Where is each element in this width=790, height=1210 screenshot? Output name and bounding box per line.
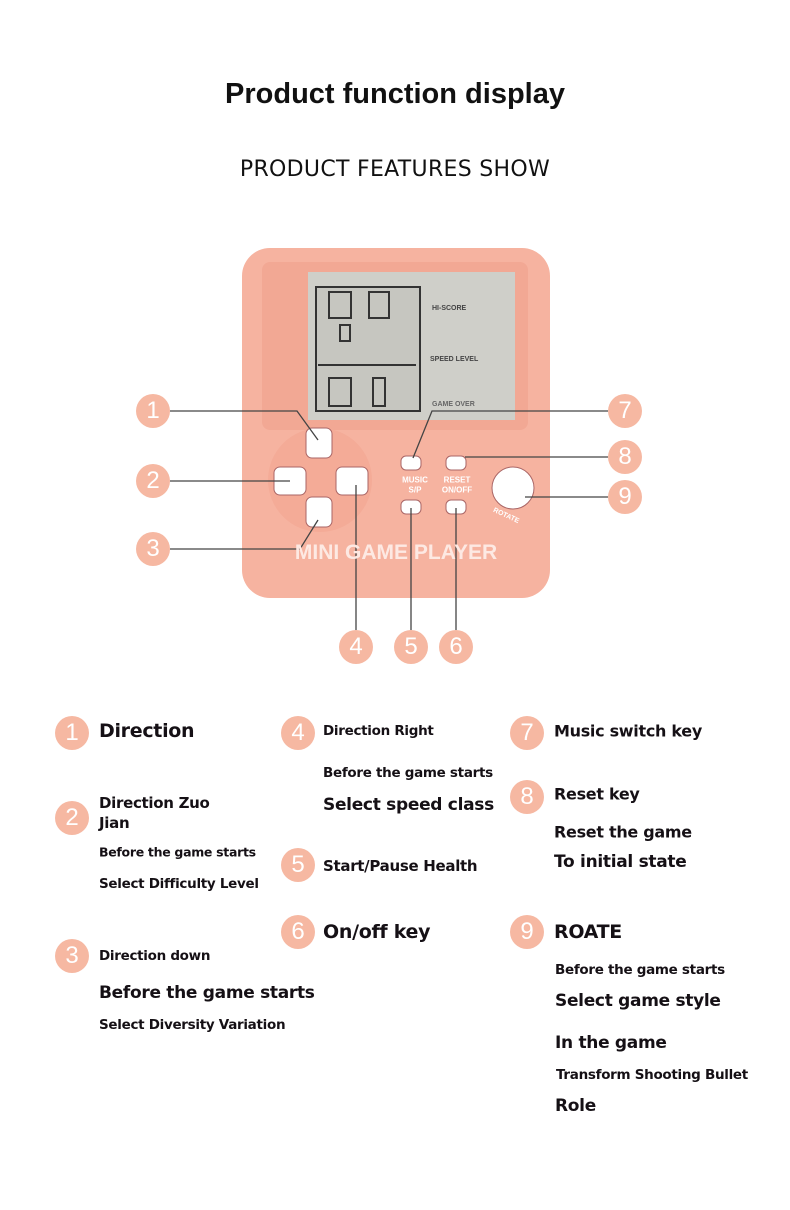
- feature-9-desc-2: Select game style: [555, 991, 721, 1011]
- reset-button[interactable]: [445, 455, 467, 471]
- feature-2-desc: Before the game starts: [99, 844, 256, 860]
- feature-9-number: 9: [510, 915, 544, 949]
- callout-8: 8: [608, 440, 642, 474]
- feature-7-number: 7: [510, 716, 544, 750]
- feature-9-desc: Before the game starts: [555, 962, 725, 978]
- feature-3-desc: Before the game starts: [99, 983, 315, 1003]
- callout-1: 1: [136, 394, 170, 428]
- feature-3-number: 3: [55, 939, 89, 973]
- callout-7: 7: [608, 394, 642, 428]
- feature-8-desc: Reset the game: [554, 822, 692, 842]
- feature-1-title: Direction: [99, 720, 195, 742]
- feature-4-desc-2: Select speed class: [323, 795, 494, 815]
- reset-label: RESET: [443, 475, 471, 485]
- game-device-illustration: [170, 248, 608, 630]
- feature-9-desc-3: In the game: [555, 1033, 667, 1053]
- feature-9-title: ROATE: [554, 921, 622, 943]
- feature-5-title: Start/Pause Health: [323, 857, 478, 875]
- callout-4: 4: [339, 630, 373, 664]
- feature-8-title: Reset key: [554, 784, 640, 804]
- feature-4-title: Direction Right: [323, 723, 434, 739]
- callout-5: 5: [394, 630, 428, 664]
- feature-5-number: 5: [281, 848, 315, 882]
- brand-label: MINI GAME PLAYER: [294, 541, 498, 564]
- callout-9: 9: [608, 480, 642, 514]
- feature-2-desc-2: Select Difficulty Level: [99, 876, 259, 892]
- feature-7-title: Music switch key: [554, 721, 702, 741]
- sp-label: S/P: [408, 485, 422, 495]
- feature-9-desc-4: Transform Shooting Bullet: [556, 1067, 748, 1083]
- feature-8-number: 8: [510, 780, 544, 814]
- hiscore-label: HI-SCORE: [432, 305, 467, 312]
- feature-4-desc: Before the game starts: [323, 765, 493, 781]
- feature-3-desc-2: Select Diversity Variation: [99, 1017, 286, 1033]
- dpad-up-button[interactable]: [305, 427, 333, 459]
- feature-2-title-cont: Jian: [99, 814, 130, 832]
- feature-4-number: 4: [281, 716, 315, 750]
- callout-3: 3: [136, 532, 170, 566]
- onoff-label: ON/OFF: [441, 485, 473, 495]
- feature-2-title: Direction Zuo: [99, 794, 210, 812]
- feature-6-title: On/off key: [323, 921, 431, 943]
- speed-level-label: SPEED LEVEL: [430, 356, 479, 363]
- feature-3-title: Direction down: [99, 948, 211, 964]
- music-label: MUSIC: [402, 475, 428, 485]
- game-over-label: GAME OVER: [432, 401, 475, 408]
- music-button[interactable]: [400, 455, 422, 471]
- feature-8-desc-2: To initial state: [554, 852, 687, 872]
- dpad-down-button[interactable]: [305, 496, 333, 528]
- feature-1-number: 1: [55, 716, 89, 750]
- callout-6: 6: [439, 630, 473, 664]
- feature-2-number: 2: [55, 801, 89, 835]
- feature-9-desc-5: Role: [555, 1096, 596, 1116]
- dpad-right-button[interactable]: [335, 466, 369, 496]
- rotate-button[interactable]: [491, 466, 535, 510]
- callout-2: 2: [136, 464, 170, 498]
- feature-6-number: 6: [281, 915, 315, 949]
